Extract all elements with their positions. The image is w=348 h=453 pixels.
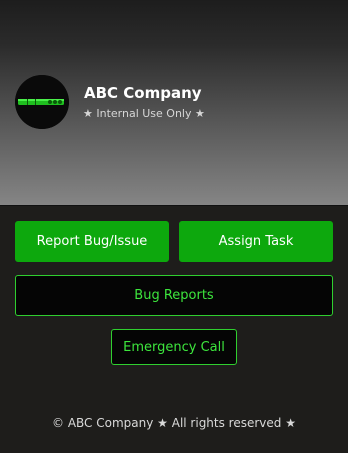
assign-task-button[interactable]: Assign Task (179, 221, 333, 262)
company-logo-icon (15, 75, 69, 129)
company-tagline: ★ Internal Use Only ★ (83, 107, 205, 120)
report-bug-button[interactable]: Report Bug/Issue (15, 221, 169, 262)
company-name: ABC Company (84, 84, 202, 102)
header: ABC Company ★ Internal Use Only ★ (0, 0, 348, 206)
app-root: ABC Company ★ Internal Use Only ★ Report… (0, 0, 348, 453)
emergency-call-button[interactable]: Emergency Call (111, 329, 237, 365)
bug-reports-button[interactable]: Bug Reports (15, 275, 333, 316)
footer-copyright: © ABC Company ★ All rights reserved ★ (52, 416, 296, 430)
